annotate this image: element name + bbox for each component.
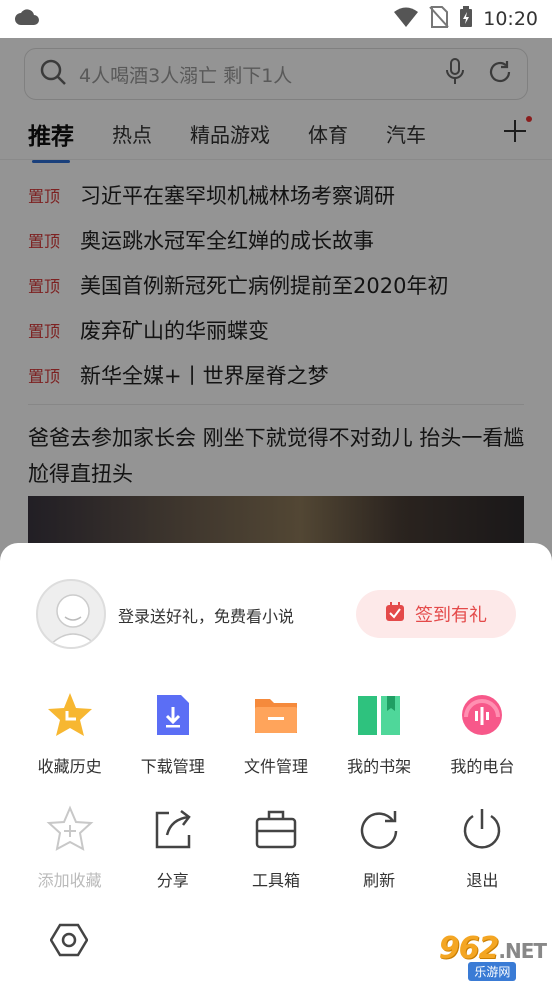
menu-item-label: 刷新 (363, 871, 396, 890)
menu-bottom-sheet: 登录送好礼，免费看小说 签到有礼 收藏历史 下载管理 文件管理 我的书架 我的电… (0, 543, 552, 981)
sign-in-button[interactable]: 签到有礼 (356, 590, 516, 638)
calendar-check-icon (385, 602, 405, 626)
avatar[interactable] (36, 579, 106, 649)
radio-icon (458, 691, 506, 739)
menu-item-label: 我的书架 (347, 757, 412, 776)
battery-charging-icon (459, 6, 473, 32)
menu-item-refresh[interactable]: 刷新 (328, 805, 431, 891)
sign-in-label: 签到有礼 (415, 605, 487, 626)
menu-item-label: 分享 (156, 871, 189, 890)
book-icon (355, 691, 403, 739)
menu-item-exit[interactable]: 退出 (431, 805, 534, 891)
folder-icon (252, 691, 300, 739)
wifi-icon (393, 6, 419, 32)
menu-row-primary: 收藏历史 下载管理 文件管理 我的书架 我的电台 (18, 691, 534, 777)
login-prompt[interactable]: 登录送好礼，免费看小说 (118, 603, 294, 627)
menu-item-label: 下载管理 (140, 757, 205, 776)
settings-icon[interactable] (49, 921, 89, 963)
star-history-icon (46, 691, 94, 739)
download-icon (149, 691, 197, 739)
menu-item-label: 工具箱 (251, 871, 300, 890)
menu-item-label: 添加收藏 (37, 871, 102, 890)
menu-item-bookshelf[interactable]: 我的书架 (328, 691, 431, 777)
refresh-icon (355, 805, 403, 853)
menu-row-secondary: 添加收藏 分享 工具箱 刷新 退出 (18, 805, 534, 891)
menu-item-label: 文件管理 (243, 757, 308, 776)
menu-item-toolbox[interactable]: 工具箱 (224, 805, 327, 891)
power-icon (458, 805, 506, 853)
menu-item-label: 我的电台 (450, 757, 515, 776)
watermark-suffix: .NET (498, 939, 547, 963)
share-icon (149, 805, 197, 853)
toolbox-icon (252, 805, 300, 853)
clock: 10:20 (483, 8, 538, 30)
menu-item-history[interactable]: 收藏历史 (18, 691, 121, 777)
no-sim-icon (429, 6, 449, 32)
menu-item-label: 收藏历史 (37, 757, 102, 776)
cloud-icon (14, 7, 40, 31)
watermark-sub: 乐游网 (468, 962, 517, 981)
menu-item-files[interactable]: 文件管理 (224, 691, 327, 777)
menu-item-label: 退出 (466, 871, 499, 890)
status-bar: 10:20 (0, 0, 552, 38)
menu-item-radio[interactable]: 我的电台 (431, 691, 534, 777)
add-favorite-icon (46, 805, 94, 853)
menu-item-downloads[interactable]: 下载管理 (121, 691, 224, 777)
watermark-logo: 962.NET 乐游网 (438, 931, 547, 981)
menu-item-add-favorite[interactable]: 添加收藏 (18, 805, 121, 891)
menu-item-share[interactable]: 分享 (121, 805, 224, 891)
watermark-number: 962 (438, 931, 500, 966)
